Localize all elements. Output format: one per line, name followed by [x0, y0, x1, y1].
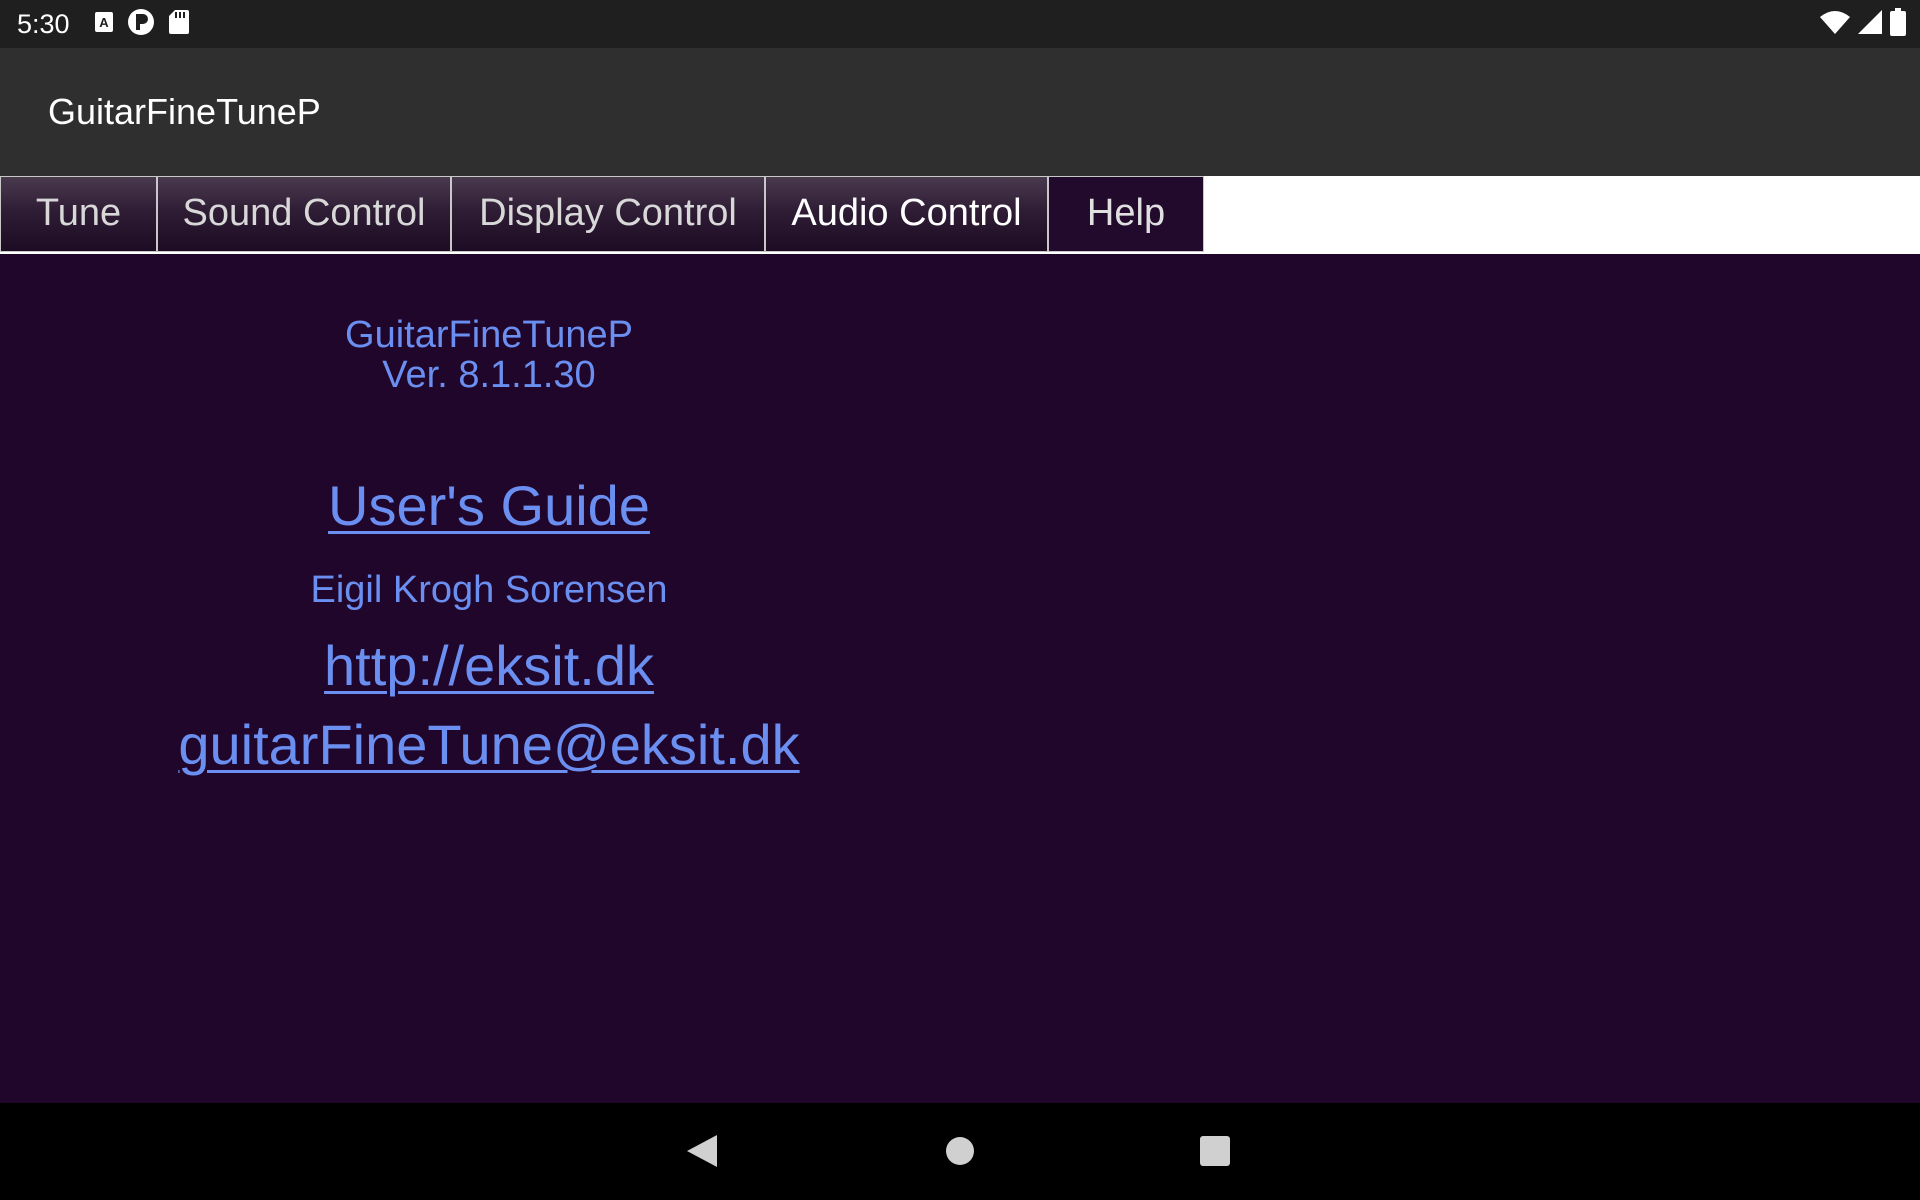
app-title: GuitarFineTuneP	[48, 91, 321, 132]
status-system-icons	[1820, 7, 1906, 41]
app-bar: GuitarFineTuneP	[0, 48, 1920, 176]
tab-audio-control[interactable]: Audio Control	[765, 176, 1048, 252]
svg-text:A: A	[99, 15, 109, 30]
navigation-bar	[0, 1103, 1920, 1200]
about-app-name: GuitarFineTuneP	[345, 314, 633, 356]
sd-card-icon	[169, 9, 189, 39]
tab-strip: Tune Sound Control Display Control Audio…	[0, 176, 1920, 254]
font-a-icon: A	[95, 11, 113, 37]
cell-signal-icon	[1858, 9, 1882, 39]
status-bar: 5:30 A	[0, 0, 1920, 48]
author-name: Eigil Krogh Sorensen	[310, 569, 668, 611]
help-content: GuitarFineTuneP Ver. 8.1.1.30 User's Gui…	[0, 254, 1920, 1103]
back-icon[interactable]	[680, 1129, 724, 1173]
users-guide-link[interactable]: User's Guide	[328, 474, 650, 537]
email-link[interactable]: guitarFineTune@eksit.dk	[178, 713, 799, 776]
wifi-icon	[1820, 10, 1850, 39]
pocket-p-icon	[127, 8, 155, 41]
website-link[interactable]: http://eksit.dk	[324, 634, 654, 697]
recents-icon[interactable]	[1193, 1129, 1237, 1173]
tab-help[interactable]: Help	[1048, 176, 1204, 252]
home-icon[interactable]	[938, 1129, 982, 1173]
tab-tune[interactable]: Tune	[0, 176, 157, 252]
status-notification-icons: A	[95, 8, 189, 39]
tab-sound-control[interactable]: Sound Control	[157, 176, 451, 252]
about-version: Ver. 8.1.1.30	[382, 354, 596, 396]
tab-display-control[interactable]: Display Control	[451, 176, 765, 252]
status-time: 5:30	[17, 9, 70, 39]
battery-icon	[1890, 7, 1906, 41]
